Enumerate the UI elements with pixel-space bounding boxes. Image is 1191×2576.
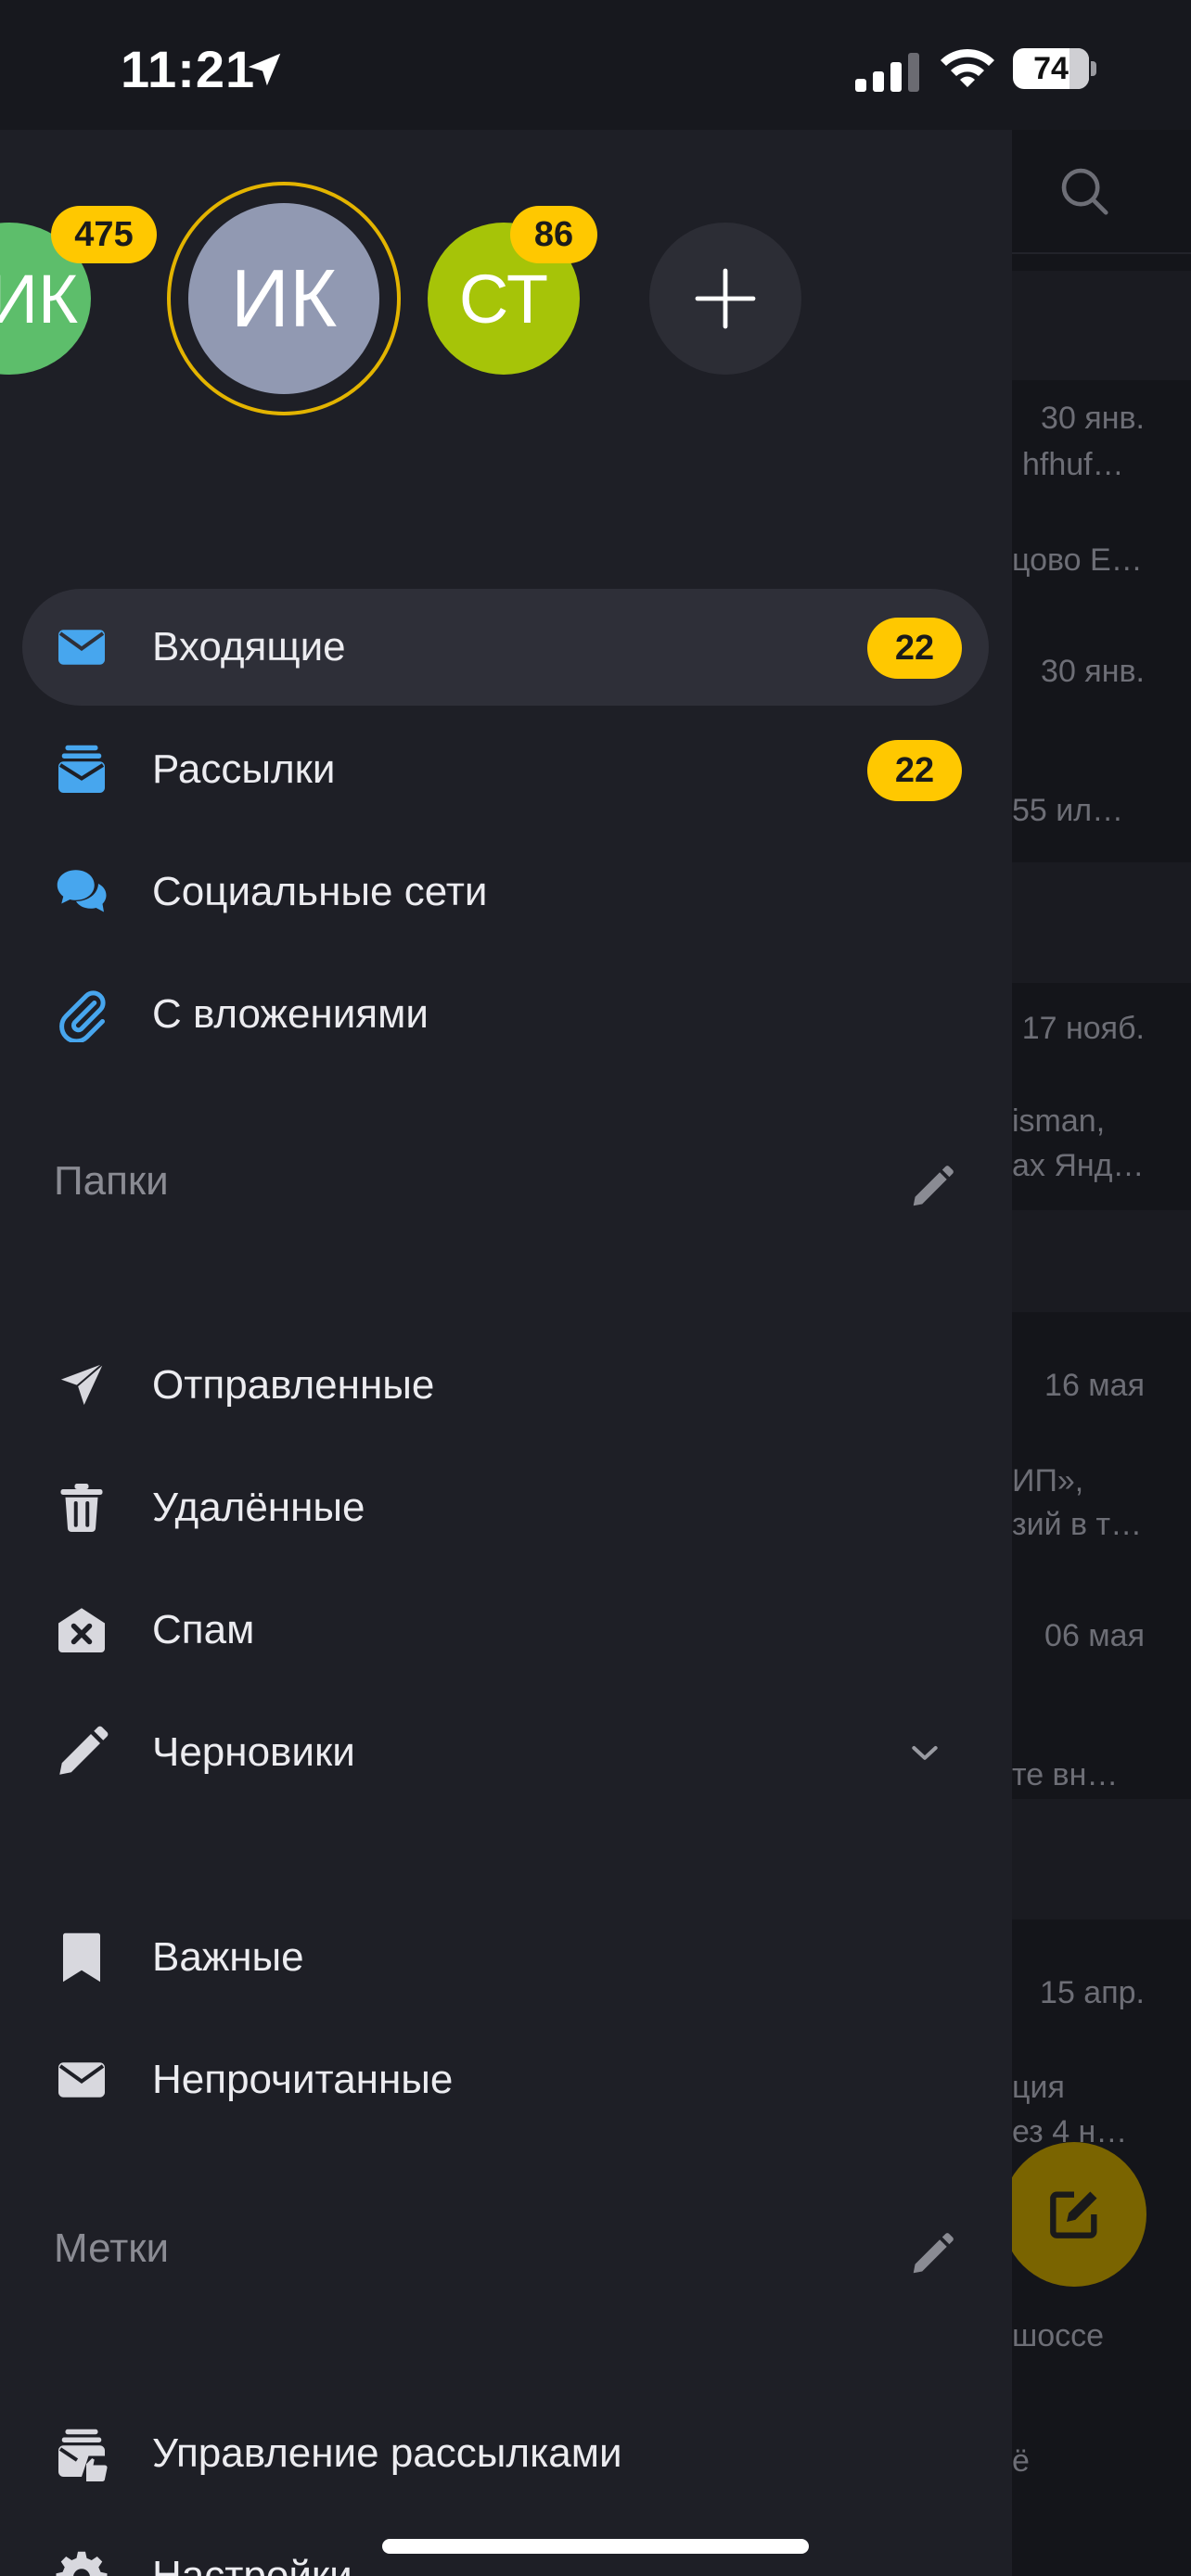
list-item-date: 30 янв. bbox=[1041, 654, 1145, 689]
list-group-band bbox=[1012, 1799, 1191, 1919]
compose-button[interactable] bbox=[1002, 2142, 1146, 2287]
list-group-band bbox=[1012, 271, 1191, 380]
list-item-snippet: ция bbox=[1012, 2070, 1065, 2105]
list-item-snippet: 55 ил… bbox=[1012, 793, 1124, 828]
add-account-button[interactable] bbox=[649, 223, 801, 375]
list-item-snippet: зий в т… bbox=[1012, 1507, 1143, 1542]
pencil-icon[interactable] bbox=[907, 1162, 957, 1212]
sidebar-item-label: Входящие bbox=[152, 624, 346, 670]
sidebar-item-label: Рассылки bbox=[152, 746, 336, 792]
list-item-date: 16 мая bbox=[1044, 1368, 1145, 1403]
list-item-snippet: isman, bbox=[1012, 1103, 1106, 1139]
trash-icon bbox=[60, 1484, 103, 1533]
list-item-snippet: ИП», bbox=[1012, 1463, 1084, 1498]
list-item-date: 30 янв. bbox=[1041, 401, 1145, 436]
battery-indicator: 74 bbox=[1013, 48, 1096, 91]
sidebar-item-trash[interactable]: Удалённые bbox=[22, 1449, 989, 1566]
wifi-icon bbox=[941, 48, 994, 87]
sidebar-item-social[interactable]: Социальные сети bbox=[22, 834, 989, 950]
list-item-date: 15 апр. bbox=[1040, 1975, 1145, 2010]
sidebar-item-label: Черновики bbox=[152, 1729, 355, 1775]
manage-subscriptions-icon bbox=[58, 2429, 108, 2481]
paper-plane-icon bbox=[56, 1360, 107, 1410]
cellular-signal-icon bbox=[855, 53, 919, 92]
sidebar-item-label: Отправленные bbox=[152, 1362, 435, 1408]
bookmark-icon bbox=[63, 1932, 100, 1983]
divider bbox=[1012, 252, 1191, 254]
sidebar-item-manage-subscriptions[interactable]: Управление рассылками bbox=[22, 2395, 989, 2512]
account-initials: СТ bbox=[458, 260, 549, 338]
status-time: 11:21 bbox=[121, 40, 256, 98]
pencil-icon[interactable] bbox=[907, 2229, 957, 2279]
status-bar: 11:21 74 bbox=[0, 0, 1191, 130]
list-item-date: 06 мая bbox=[1044, 1618, 1145, 1653]
plus-icon bbox=[695, 268, 756, 329]
sidebar-item-label: Управление рассылками bbox=[152, 2430, 622, 2476]
list-item-snippet: hfhuf… bbox=[1022, 447, 1124, 482]
sidebar-item-sent[interactable]: Отправленные bbox=[22, 1327, 989, 1444]
list-item-snippet: те вн… bbox=[1012, 1757, 1119, 1792]
sidebar-item-spam[interactable]: Спам bbox=[22, 1572, 989, 1689]
envelope-icon bbox=[58, 630, 105, 665]
battery-percent: 74 bbox=[1033, 51, 1069, 86]
unread-count-badge: 22 bbox=[867, 618, 962, 679]
sidebar-item-label: Удалённые bbox=[152, 1485, 365, 1530]
sidebar-item-important[interactable]: Важные bbox=[22, 1899, 989, 2016]
envelope-icon bbox=[58, 2062, 105, 2098]
sidebar-item-drafts[interactable]: Черновики bbox=[22, 1694, 989, 1811]
account-initials: ИК bbox=[230, 252, 338, 344]
unread-count-badge: 22 bbox=[867, 740, 962, 801]
home-indicator[interactable] bbox=[382, 2539, 809, 2554]
sidebar-item-label: Спам bbox=[152, 1607, 255, 1652]
list-item-snippet: шоссе bbox=[1012, 2318, 1105, 2353]
compose-icon bbox=[1050, 2191, 1097, 2238]
sidebar-item-inbox[interactable]: Входящие 22 bbox=[22, 589, 989, 706]
spam-icon bbox=[58, 1608, 105, 1652]
list-item-date: 17 нояб. bbox=[1021, 1011, 1145, 1046]
list-item-snippet: ё bbox=[1012, 2443, 1030, 2479]
location-arrow-icon bbox=[248, 53, 281, 86]
navigation-drawer: ИК 475 ИК СТ 86 Входящие 22 Рассылки 22 bbox=[0, 130, 1012, 2576]
list-item-snippet: цово Е… bbox=[1012, 542, 1143, 578]
chevron-down-icon[interactable] bbox=[906, 1734, 943, 1771]
section-title-labels: Метки bbox=[54, 2225, 170, 2271]
sidebar-item-label: Непрочитанные bbox=[152, 2057, 454, 2102]
unread-badge: 86 bbox=[510, 206, 597, 263]
gear-icon bbox=[56, 2551, 108, 2576]
sidebar-item-attachments[interactable]: С вложениями bbox=[22, 956, 989, 1073]
sidebar-item-label: Социальные сети bbox=[152, 869, 488, 914]
sidebar-item-label: Важные bbox=[152, 1934, 304, 1980]
paperclip-icon bbox=[59, 990, 106, 1042]
unread-badge: 475 bbox=[51, 206, 157, 263]
sidebar-item-unread[interactable]: Непрочитанные bbox=[22, 2021, 989, 2138]
sidebar-item-label: С вложениями bbox=[152, 991, 429, 1037]
chat-bubbles-icon bbox=[57, 870, 107, 912]
sidebar-item-newsletters[interactable]: Рассылки 22 bbox=[22, 711, 989, 828]
list-group-band bbox=[1012, 862, 1191, 983]
list-group-band bbox=[1012, 1210, 1191, 1312]
newsletter-icon bbox=[58, 745, 105, 793]
account-initials: ИК bbox=[0, 260, 79, 338]
account-avatar-selected[interactable]: ИК bbox=[188, 203, 379, 394]
section-title-folders: Папки bbox=[54, 1158, 169, 1204]
search-icon[interactable] bbox=[1056, 162, 1113, 220]
sidebar-item-label: Настройки bbox=[152, 2553, 352, 2576]
pencil-icon bbox=[59, 1726, 109, 1775]
list-item-snippet: ах Янд… bbox=[1012, 1148, 1145, 1183]
